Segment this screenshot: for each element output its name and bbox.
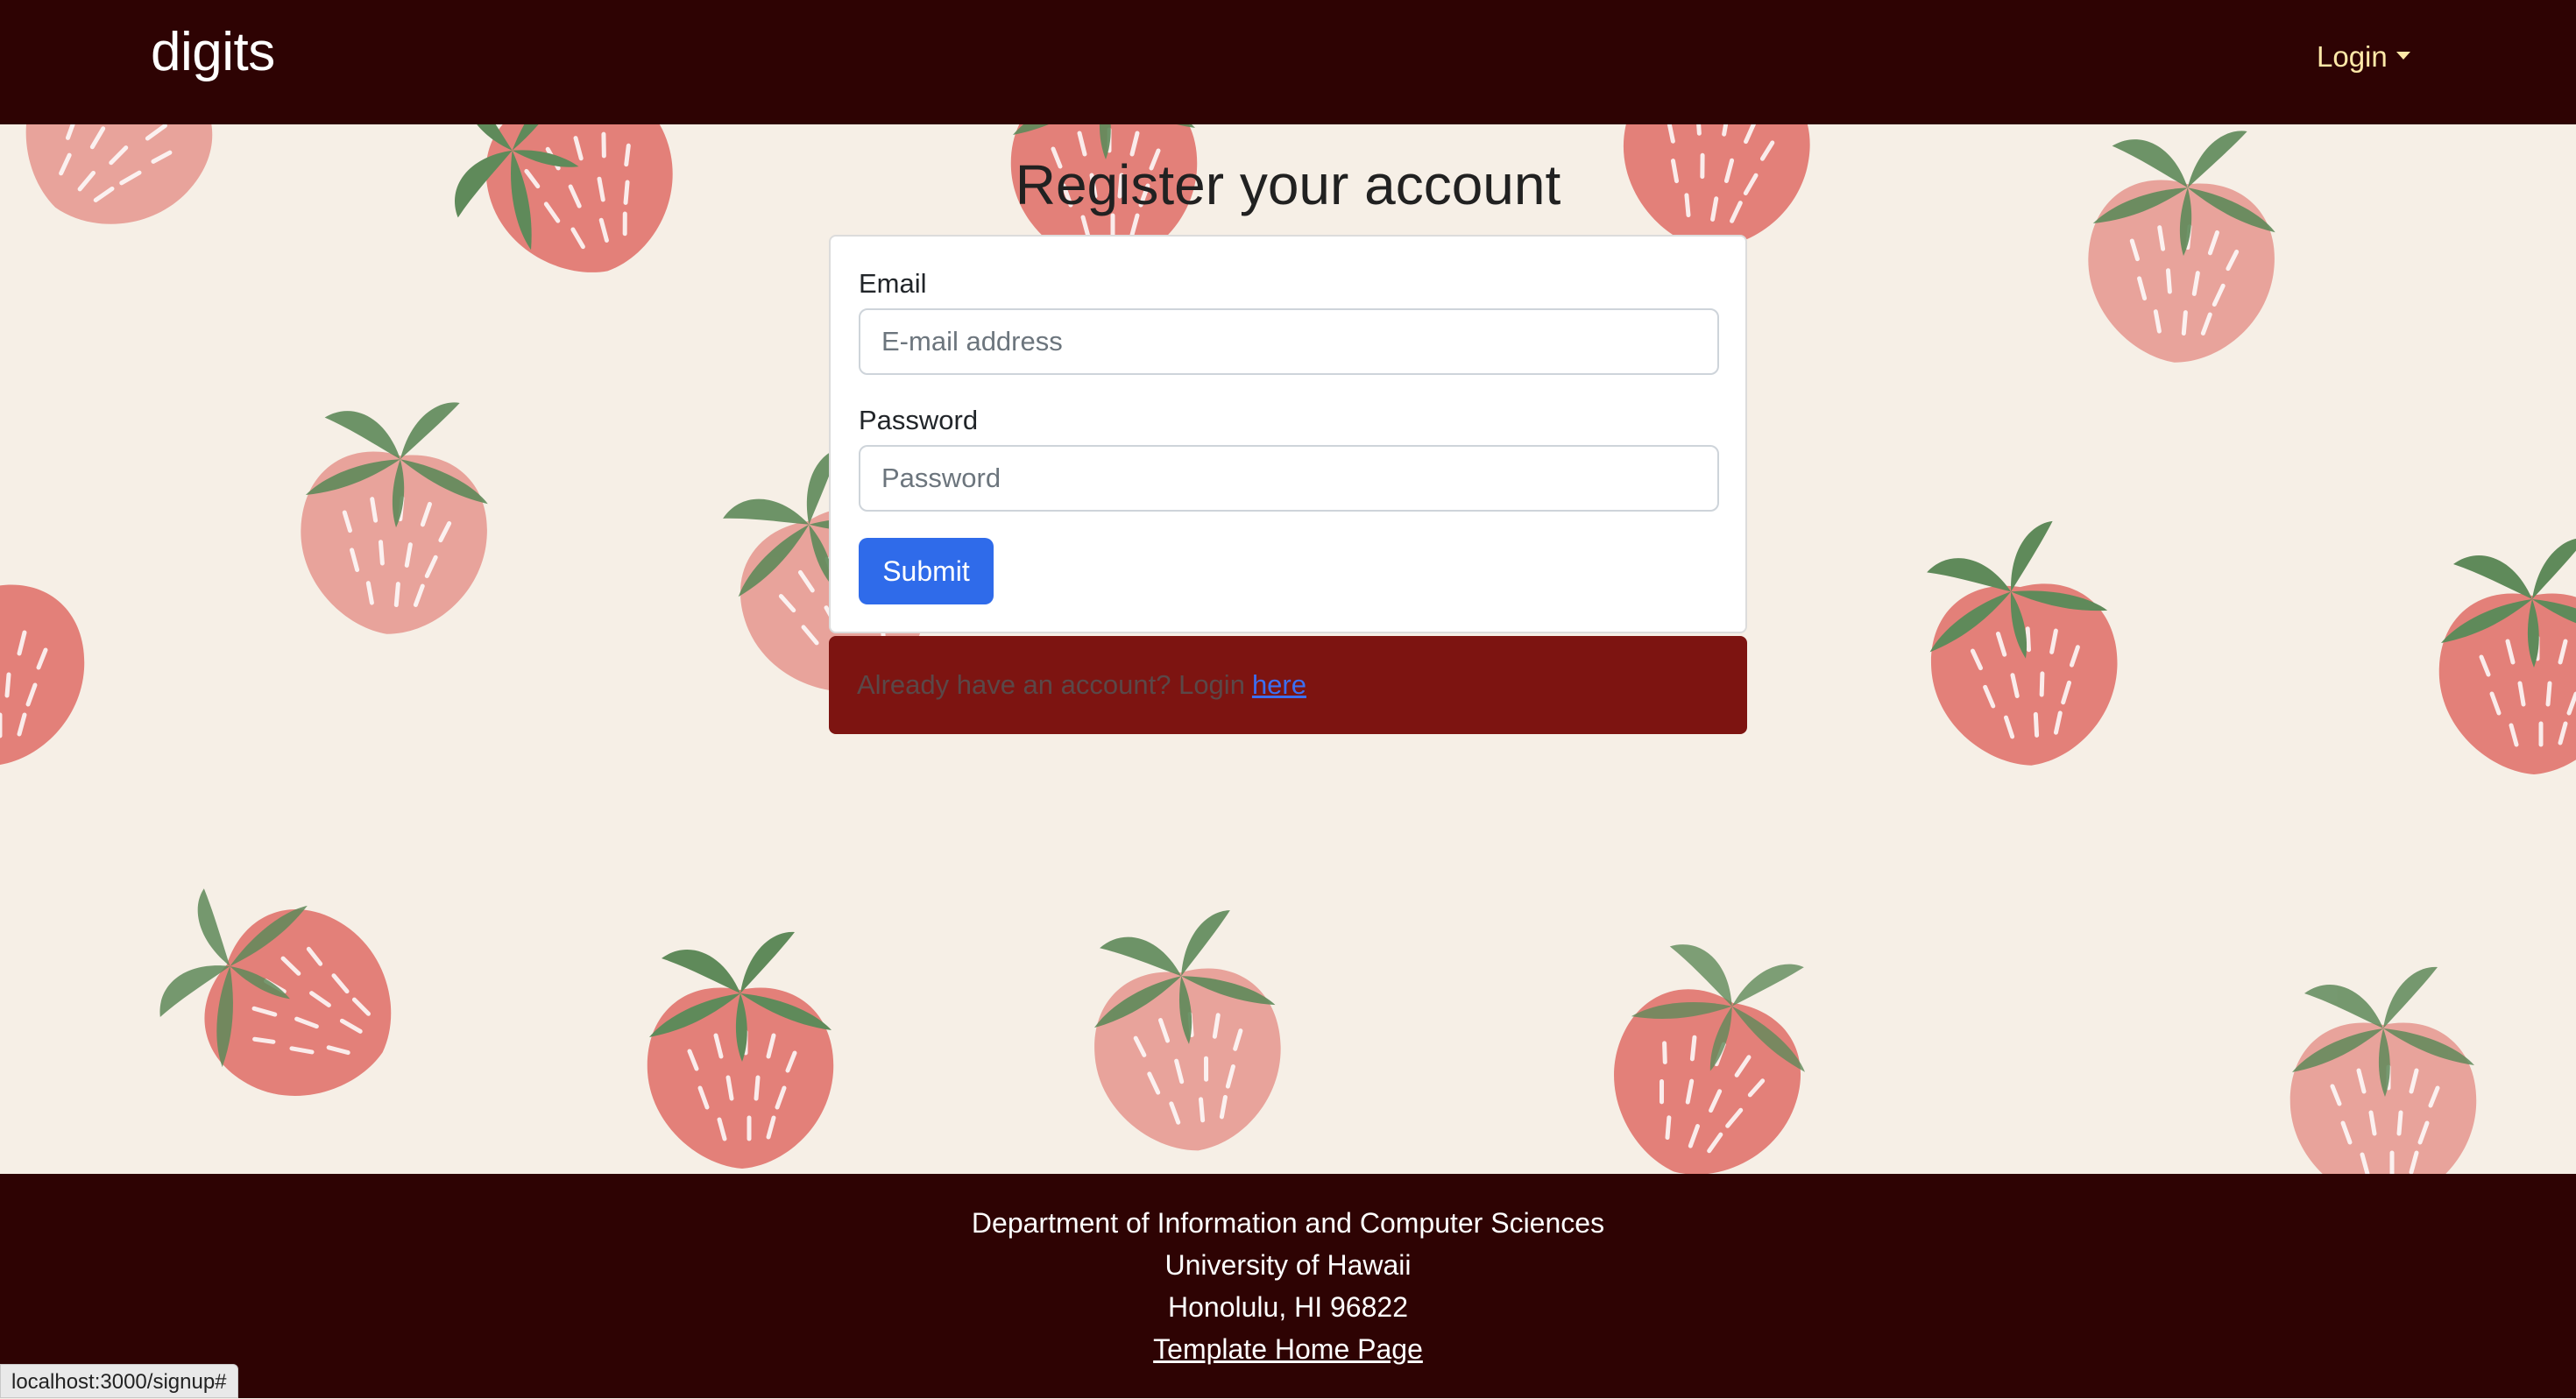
signup-form: Email Password Submit (829, 235, 1747, 633)
login-dropdown[interactable]: Login (2317, 40, 2410, 74)
footer: Department of Information and Computer S… (0, 1174, 2576, 1398)
login-message-text: Already have an account? Login (857, 669, 1245, 700)
password-label: Password (859, 405, 979, 435)
login-dropdown-label: Login (2317, 40, 2388, 73)
login-message: Already have an account? Login here (829, 636, 1747, 734)
brand-logo[interactable]: digits (151, 21, 275, 83)
template-home-link[interactable]: Template Home Page (1153, 1333, 1423, 1365)
submit-button[interactable]: Submit (859, 538, 994, 604)
login-here-link[interactable]: here (1252, 669, 1306, 701)
status-bar-url: localhost:3000/signup# (0, 1364, 238, 1398)
email-input[interactable] (859, 308, 1719, 375)
footer-department: Department of Information and Computer S… (971, 1207, 1605, 1239)
page-title: Register your account (1015, 153, 1561, 216)
email-label: Email (859, 268, 927, 299)
footer-address: Honolulu, HI 96822 (1168, 1291, 1408, 1323)
navbar: digits Login (0, 0, 2576, 124)
caret-down-icon (2396, 51, 2410, 60)
footer-university: University of Hawaii (1164, 1249, 1412, 1281)
password-input[interactable] (859, 445, 1719, 512)
